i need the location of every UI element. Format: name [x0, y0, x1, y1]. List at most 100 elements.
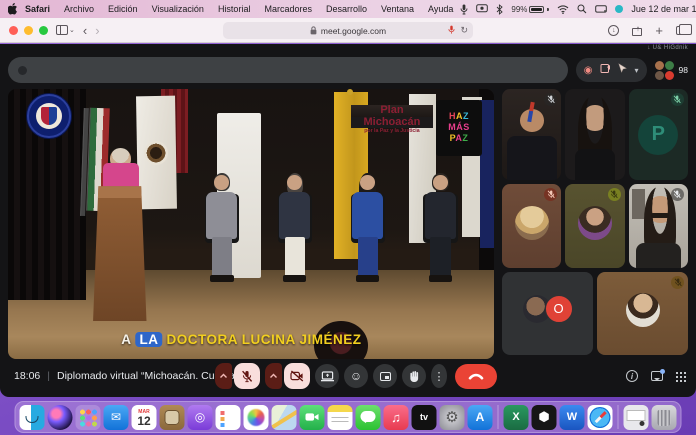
- macos-dock: ✉ MAR 12 ◎ ♫ tv ⚙ A X ⬢ W: [14, 401, 682, 433]
- battery-icon: [529, 5, 545, 13]
- main-stage-video[interactable]: Plan Michoacán por la Paz y la Justicia …: [8, 89, 494, 359]
- dock-finder[interactable]: [19, 404, 45, 430]
- chat-button[interactable]: [651, 369, 665, 381]
- divider: |: [47, 370, 51, 382]
- avatar: [514, 205, 549, 240]
- dock-facetime[interactable]: [299, 404, 325, 430]
- extension-pill: ◉ ▾: [575, 58, 647, 82]
- video-caption: A LA DOCTORA LUCINA JIMÉNEZ: [121, 331, 362, 347]
- minimize-window-button[interactable]: [24, 25, 33, 35]
- menu-ayuda[interactable]: Ayuda: [421, 4, 460, 14]
- address-bar[interactable]: meet.google.com ↻: [223, 22, 473, 39]
- menubar-display-icon[interactable]: [595, 4, 608, 14]
- dock-launchpad[interactable]: [75, 404, 101, 430]
- participant-tile[interactable]: [597, 272, 688, 355]
- menu-ventana[interactable]: Ventana: [374, 4, 421, 14]
- seated-panelist: [275, 173, 314, 288]
- mic-toggle-button[interactable]: [234, 363, 260, 389]
- seated-panelist: [421, 173, 460, 288]
- cursor-icon[interactable]: [617, 63, 628, 77]
- apple-menu-icon[interactable]: [8, 3, 18, 15]
- battery-indicator[interactable]: 99%: [511, 5, 550, 14]
- dock-notes[interactable]: [327, 404, 353, 430]
- back-button[interactable]: ‹: [83, 23, 87, 38]
- podium: [93, 186, 147, 322]
- menu-archivo[interactable]: Archivo: [57, 4, 101, 14]
- participant-tile[interactable]: [502, 184, 562, 268]
- dock-screenshot-preview[interactable]: [623, 404, 649, 430]
- downloads-button[interactable]: ↓: [608, 24, 620, 36]
- search-field-icon: [18, 65, 27, 75]
- dock-trash[interactable]: [651, 404, 677, 430]
- card-icon[interactable]: [600, 63, 611, 77]
- menubar-clock[interactable]: Jue 12 de mar 18:06: [631, 4, 696, 14]
- dock-apple-tv[interactable]: tv: [411, 404, 437, 430]
- page-top-note: ↓ U& HiGdnik: [647, 45, 688, 51]
- chevron-down-icon[interactable]: ▾: [635, 66, 639, 75]
- raise-hand-button[interactable]: [402, 364, 426, 388]
- meet-search-field[interactable]: [8, 57, 568, 83]
- dock-hexagon-app[interactable]: ⬢: [531, 404, 557, 430]
- caption-highlight: LA: [135, 331, 163, 347]
- window-controls: [9, 25, 48, 35]
- menubar-mic-icon[interactable]: [460, 4, 468, 15]
- participant-tile[interactable]: O: [502, 272, 593, 355]
- meet-control-bar: 18:06 | Diplomado virtual “Michoacán. Cu…: [8, 359, 688, 393]
- activities-button[interactable]: [676, 372, 678, 374]
- camera-toggle-button[interactable]: [284, 363, 310, 389]
- participant-tile[interactable]: [565, 184, 625, 268]
- share-button[interactable]: ↑: [632, 24, 643, 36]
- participant-tile[interactable]: [565, 89, 625, 180]
- present-screen-button[interactable]: [315, 364, 339, 388]
- avatar: [625, 293, 660, 328]
- plan-michoacan-overlay: Plan Michoacán por la Paz y la Justicia: [350, 105, 434, 135]
- dock-maps[interactable]: [271, 404, 297, 430]
- dock-calendar[interactable]: MAR 12: [131, 404, 157, 430]
- menu-desarrollo[interactable]: Desarrollo: [319, 4, 374, 14]
- participants-count: 98: [678, 65, 688, 75]
- dock-photos[interactable]: [243, 404, 269, 430]
- menu-historial[interactable]: Historial: [211, 4, 258, 14]
- dock-app-store[interactable]: A: [467, 404, 493, 430]
- menubar-bluetooth-icon[interactable]: [496, 3, 504, 15]
- dock-safari[interactable]: [587, 404, 613, 430]
- dock-podcasts[interactable]: ◎: [187, 404, 213, 430]
- tab-overview-button[interactable]: [676, 23, 692, 35]
- new-tab-button[interactable]: +: [655, 23, 663, 38]
- blue-flag: [480, 99, 494, 249]
- menu-marcadores[interactable]: Marcadores: [257, 4, 319, 14]
- menu-edicion[interactable]: Edición: [101, 4, 145, 14]
- participant-tile[interactable]: [628, 184, 688, 268]
- menubar-search-icon[interactable]: [577, 4, 587, 14]
- video-options-chevron[interactable]: [265, 363, 282, 389]
- close-window-button[interactable]: [9, 25, 18, 35]
- control-center-dot-icon[interactable]: [615, 5, 624, 13]
- dock-music[interactable]: ♫: [383, 404, 409, 430]
- layout-button[interactable]: [373, 364, 397, 388]
- dock-system-settings[interactable]: ⚙: [439, 404, 465, 430]
- zoom-window-button[interactable]: [39, 25, 48, 35]
- dock-mail[interactable]: ✉: [103, 404, 129, 430]
- end-call-button[interactable]: [455, 363, 497, 389]
- menu-safari[interactable]: Safari: [18, 4, 57, 14]
- record-icon[interactable]: ◉: [584, 65, 593, 76]
- menubar-screen-mirroring-icon[interactable]: [476, 4, 489, 14]
- dock-contacts[interactable]: [159, 404, 185, 430]
- participant-tile[interactable]: P: [628, 89, 688, 180]
- dock-word[interactable]: W: [559, 404, 585, 430]
- reload-button[interactable]: ↻: [460, 25, 468, 36]
- menu-visualizacion[interactable]: Visualización: [145, 4, 211, 14]
- sidebar-toggle-button[interactable]: ⌄: [56, 25, 75, 35]
- dock-excel[interactable]: X: [503, 404, 529, 430]
- participant-tile[interactable]: [502, 89, 562, 180]
- menubar-wifi-icon[interactable]: [557, 4, 569, 14]
- dock-messages[interactable]: [355, 404, 381, 430]
- audio-options-chevron[interactable]: [215, 363, 232, 389]
- participants-summary[interactable]: 98: [654, 60, 688, 80]
- reactions-button[interactable]: ☺: [344, 364, 368, 388]
- more-options-button[interactable]: ⋮: [431, 364, 447, 388]
- dock-reminders[interactable]: [215, 404, 241, 430]
- meeting-details-button[interactable]: i: [626, 370, 638, 382]
- dock-siri[interactable]: [47, 404, 73, 430]
- forward-button[interactable]: ›: [95, 23, 99, 38]
